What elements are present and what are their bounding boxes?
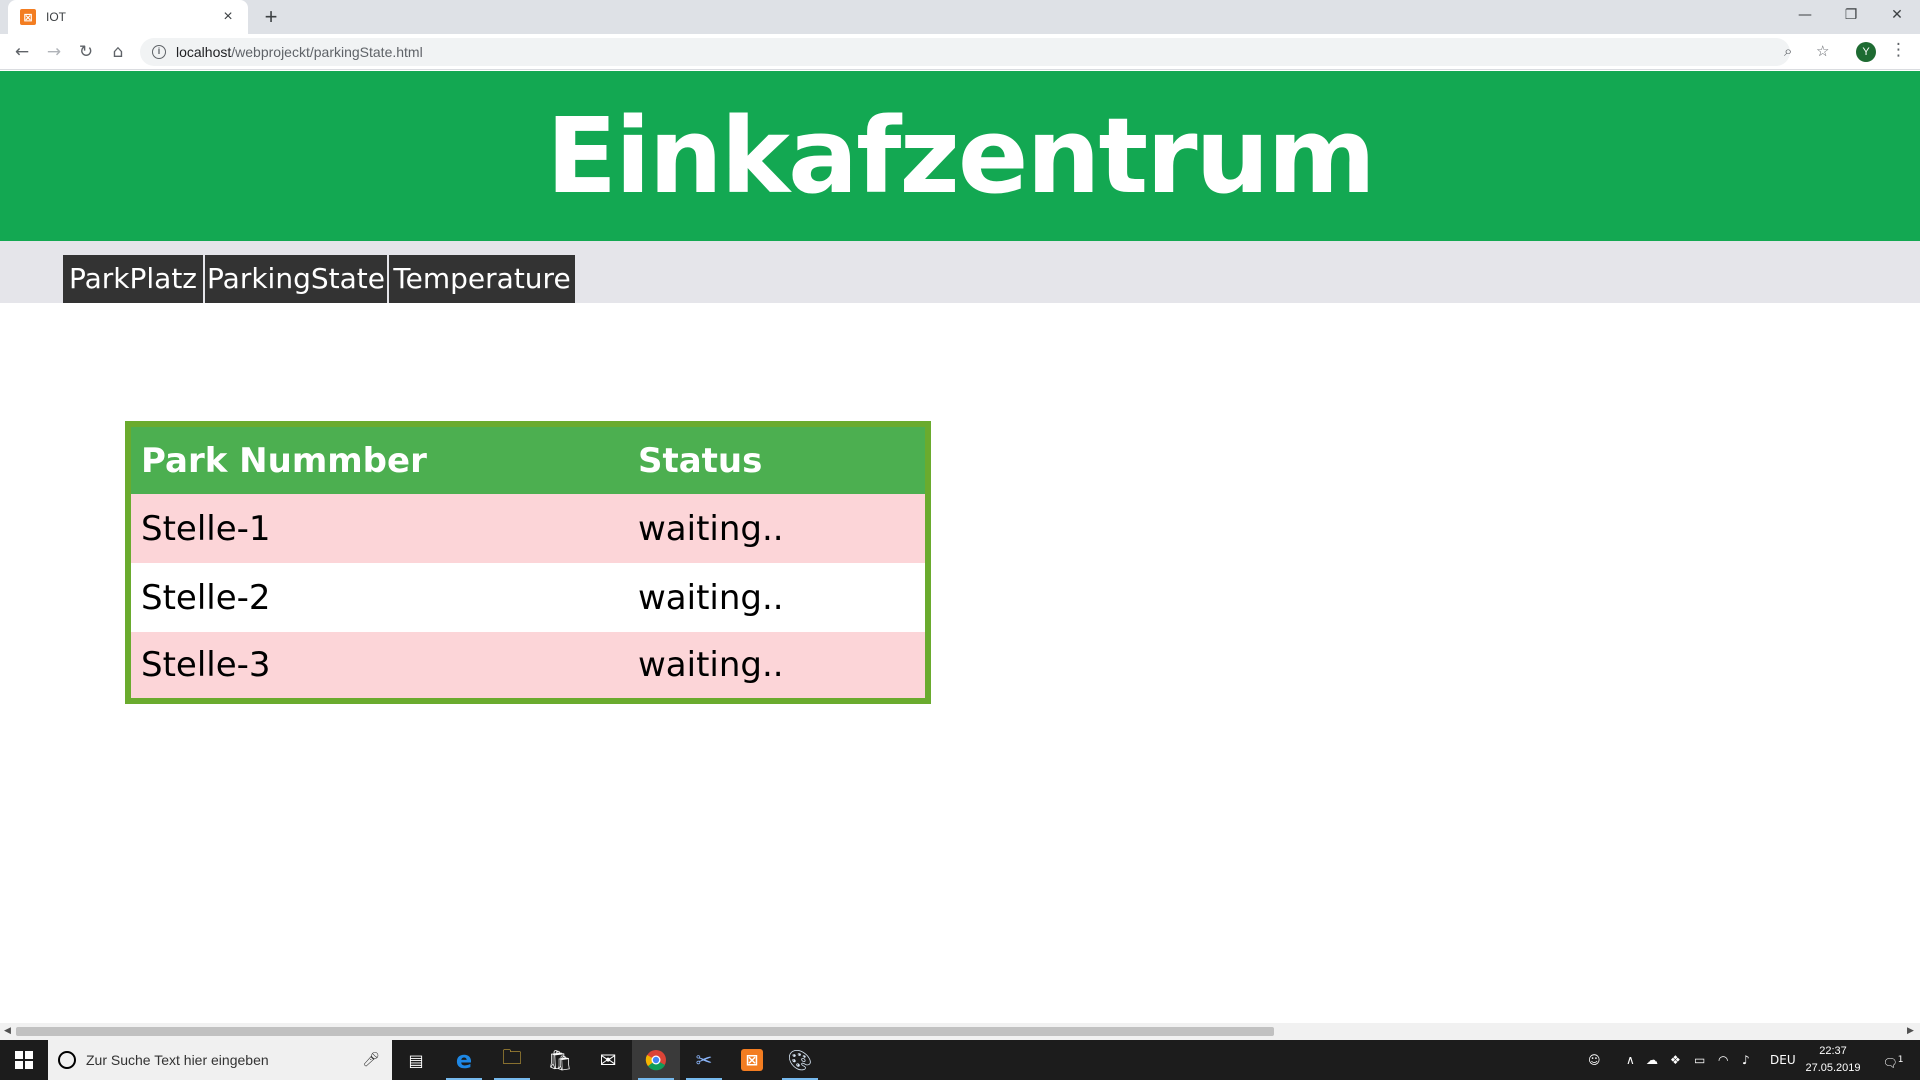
store-icon[interactable]: 🛍︎ bbox=[536, 1040, 584, 1080]
xampp-logo-icon: ⊠ bbox=[741, 1049, 763, 1071]
tab-close-icon[interactable]: × bbox=[220, 8, 236, 26]
forward-arrow-icon[interactable]: → bbox=[40, 38, 68, 66]
url-host: localhost bbox=[176, 44, 232, 60]
tab-title: IOT bbox=[46, 10, 66, 24]
xampp-favicon-icon: ⊠ bbox=[20, 9, 36, 25]
browser-menu-icon[interactable]: ⋮ bbox=[1890, 40, 1907, 60]
clock-date: 27.05.2019 bbox=[1805, 1062, 1861, 1074]
table-row: Stelle-3 waiting.. bbox=[128, 632, 928, 701]
volume-icon[interactable]: ♪ bbox=[1742, 1040, 1750, 1080]
address-bar[interactable]: i localhost /webprojeckt/parkingState.ht… bbox=[140, 38, 1790, 66]
battery-icon[interactable]: ▭ bbox=[1694, 1040, 1705, 1080]
language-indicator[interactable]: DEU bbox=[1770, 1040, 1796, 1080]
nav-link-parkingstate[interactable]: ParkingState bbox=[205, 255, 387, 303]
status-cell: waiting.. bbox=[628, 632, 928, 701]
nav-link-parkplatz[interactable]: ParkPlatz bbox=[63, 255, 203, 303]
site-title: Einkafzentrum bbox=[546, 95, 1376, 217]
restore-icon[interactable]: ❐ bbox=[1828, 0, 1874, 30]
start-button[interactable] bbox=[0, 1040, 48, 1080]
bookmark-star-icon[interactable]: ☆ bbox=[1816, 42, 1829, 60]
table-row: Stelle-2 waiting.. bbox=[128, 563, 928, 632]
park-cell: Stelle-2 bbox=[128, 563, 628, 632]
windows-logo-icon bbox=[15, 1051, 33, 1069]
action-center-icon[interactable]: 🗨︎1 bbox=[1880, 1040, 1906, 1080]
onedrive-cloud-icon[interactable]: ☁ bbox=[1646, 1040, 1658, 1080]
page-viewport: Einkafzentrum ParkPlatz ParkingState Tem… bbox=[0, 71, 1920, 1023]
browser-tabstrip: ⊠ IOT × + — ❐ ✕ bbox=[0, 0, 1920, 34]
scroll-right-icon[interactable]: ▶ bbox=[1907, 1025, 1914, 1036]
reload-icon[interactable]: ↻ bbox=[72, 38, 100, 66]
header-park-number: Park Nummber bbox=[128, 424, 628, 494]
notification-count: 1 bbox=[1897, 1055, 1904, 1065]
zoom-icon[interactable]: ⌕ bbox=[1784, 42, 1792, 60]
status-cell: waiting.. bbox=[628, 563, 928, 632]
chrome-logo-icon bbox=[645, 1050, 666, 1071]
clock-time: 22:37 bbox=[1819, 1045, 1847, 1057]
paint-icon[interactable]: 🎨︎ bbox=[776, 1040, 824, 1080]
chrome-icon[interactable] bbox=[632, 1040, 680, 1080]
snipping-tool-icon[interactable]: ✂ bbox=[680, 1040, 728, 1080]
window-close-icon[interactable]: ✕ bbox=[1874, 0, 1920, 30]
parking-state-table: Park Nummber Status Stelle-1 waiting.. S… bbox=[125, 421, 931, 704]
wifi-icon[interactable]: ◠ bbox=[1718, 1040, 1728, 1080]
site-navbar: ParkPlatz ParkingState Temperature bbox=[0, 241, 1920, 303]
horizontal-scrollbar[interactable]: ◀ ▶ bbox=[0, 1023, 1920, 1040]
cortana-icon bbox=[58, 1051, 76, 1069]
browser-tab[interactable]: ⊠ IOT × bbox=[8, 0, 248, 34]
site-info-icon[interactable]: i bbox=[152, 45, 166, 59]
new-tab-button[interactable]: + bbox=[258, 4, 284, 30]
minimize-icon[interactable]: — bbox=[1782, 0, 1828, 30]
dropbox-icon[interactable]: ❖ bbox=[1670, 1040, 1681, 1080]
windows-taskbar: Zur Suche Text hier eingeben 🎤︎ ▤ e 🗀 🛍︎… bbox=[0, 1040, 1920, 1080]
mail-icon[interactable]: ✉ bbox=[584, 1040, 632, 1080]
back-arrow-icon[interactable]: ← bbox=[8, 38, 36, 66]
tray-chevron-up-icon[interactable]: ∧ bbox=[1626, 1040, 1635, 1080]
microphone-icon[interactable]: 🎤︎ bbox=[362, 1052, 380, 1068]
table-header-row: Park Nummber Status bbox=[128, 424, 928, 494]
table-row: Stelle-1 waiting.. bbox=[128, 494, 928, 563]
status-cell: waiting.. bbox=[628, 494, 928, 563]
home-icon[interactable]: ⌂ bbox=[104, 38, 132, 66]
nav-link-temperature[interactable]: Temperature bbox=[389, 255, 575, 303]
header-status: Status bbox=[628, 424, 928, 494]
taskbar-search[interactable]: Zur Suche Text hier eingeben 🎤︎ bbox=[48, 1040, 392, 1080]
file-explorer-icon[interactable]: 🗀 bbox=[488, 1040, 536, 1080]
park-cell: Stelle-3 bbox=[128, 632, 628, 701]
edge-browser-icon[interactable]: e bbox=[440, 1040, 488, 1080]
park-cell: Stelle-1 bbox=[128, 494, 628, 563]
scroll-left-icon[interactable]: ◀ bbox=[4, 1025, 11, 1036]
profile-avatar[interactable]: Y bbox=[1856, 42, 1876, 62]
search-placeholder: Zur Suche Text hier eingeben bbox=[86, 1052, 269, 1068]
people-icon[interactable]: ☺ bbox=[1588, 1040, 1601, 1080]
scrollbar-thumb[interactable] bbox=[16, 1027, 1274, 1036]
task-view-icon[interactable]: ▤ bbox=[392, 1040, 440, 1080]
url-path: /webprojeckt/parkingState.html bbox=[231, 44, 423, 60]
site-header: Einkafzentrum bbox=[0, 71, 1920, 241]
browser-toolbar: ← → ↻ ⌂ i localhost /webprojeckt/parking… bbox=[0, 34, 1920, 70]
xampp-icon[interactable]: ⊠ bbox=[728, 1040, 776, 1080]
taskbar-clock[interactable]: 22:37 27.05.2019 bbox=[1800, 1043, 1866, 1077]
